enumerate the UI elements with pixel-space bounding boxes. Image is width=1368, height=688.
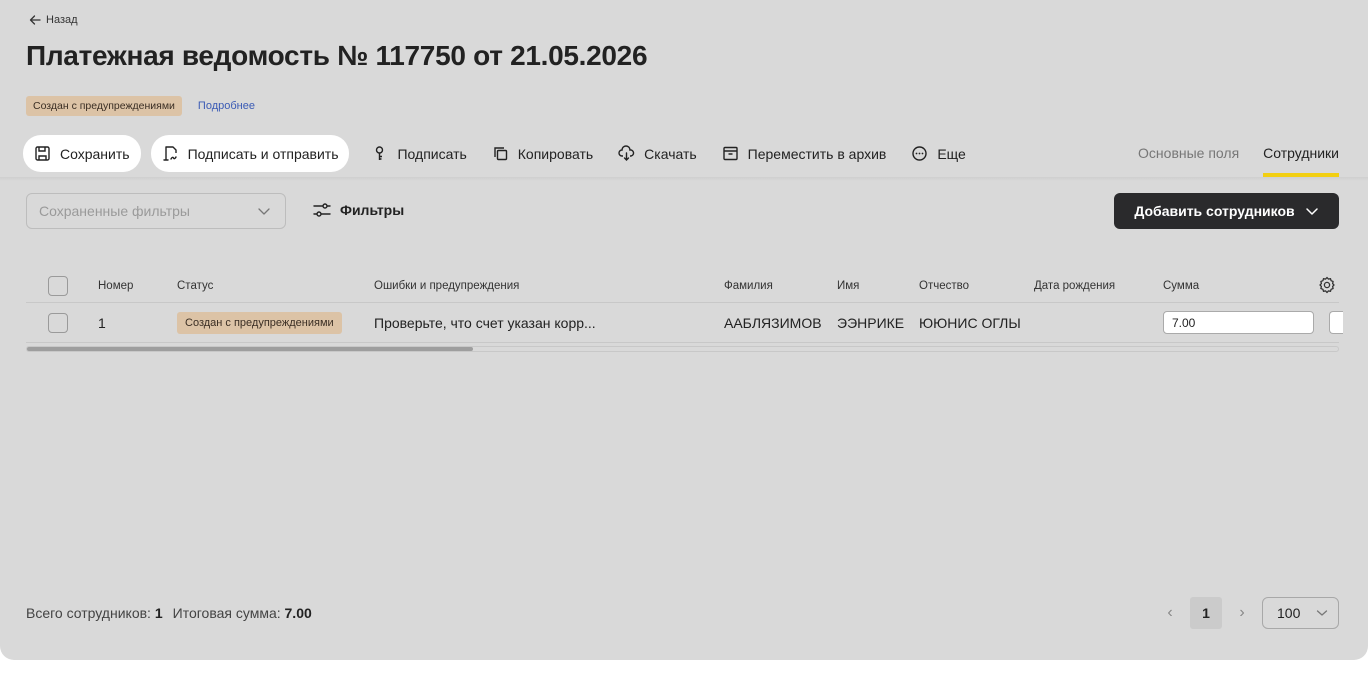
total-sum: Итоговая сумма: 7.00 (173, 605, 312, 621)
cell-patronymic: ЮЮНИС ОГЛЫ (919, 314, 1021, 331)
save-label: Сохранить (60, 145, 130, 162)
more-dots-icon (912, 146, 928, 161)
header-divider (0, 177, 1368, 181)
cloud-download-icon (618, 145, 635, 161)
table-header: Номер Статус Ошибки и предупреждения Фам… (26, 270, 1339, 303)
cell-next-column (1329, 303, 1343, 342)
cell-errors: Проверьте, что счет указан корр... (374, 314, 596, 331)
column-errors[interactable]: Ошибки и предупреждения (374, 270, 519, 302)
cell-first-name: ЭЭНРИКЕ (837, 314, 905, 331)
details-link[interactable]: Подробнее (198, 100, 255, 112)
horizontal-scrollbar[interactable] (26, 346, 1339, 352)
copy-button[interactable]: Копировать (480, 135, 606, 172)
more-label: Еще (937, 145, 966, 162)
toolbar: Сохранить Подписать и отправить Подписат… (23, 135, 979, 172)
column-patronymic[interactable]: Отчество (919, 270, 969, 302)
more-button[interactable]: Еще (899, 135, 979, 172)
sign-and-send-button[interactable]: Подписать и отправить (150, 135, 350, 172)
chevron-down-icon (1305, 208, 1318, 215)
sliders-icon (313, 203, 331, 217)
chevron-down-icon (1316, 610, 1328, 616)
total-employees: Всего сотрудников: 1 (26, 605, 163, 621)
cell-last-name: ААБЛЯЗИМОВ (724, 314, 822, 331)
page-number-current[interactable]: 1 (1190, 597, 1222, 629)
footer-summary: Всего сотрудников: 1 Итоговая сумма: 7.0… (26, 605, 312, 621)
sign-and-send-label: Подписать и отправить (187, 145, 339, 162)
save-button[interactable]: Сохранить (23, 135, 141, 172)
add-employees-label: Добавить сотрудников (1134, 203, 1295, 219)
arrow-left-icon (29, 15, 41, 25)
copy-label: Копировать (517, 145, 594, 162)
saved-filters-placeholder: Сохраненные фильтры (39, 203, 190, 219)
sign-button[interactable]: Подписать (359, 135, 479, 172)
column-birth-date[interactable]: Дата рождения (1034, 270, 1115, 302)
download-button[interactable]: Скачать (606, 135, 710, 172)
row-status-badge: Создан с предупреждениями (177, 311, 342, 334)
prev-page-icon[interactable]: ‹ (1160, 604, 1180, 622)
add-employees-button[interactable]: Добавить сотрудников (1114, 193, 1339, 229)
floppy-icon (35, 146, 50, 161)
archive-icon (722, 146, 738, 161)
document-sign-icon (162, 146, 177, 161)
tabs: Основные поля Сотрудники (1138, 135, 1339, 177)
select-all-checkbox-cell (48, 270, 68, 302)
column-sum[interactable]: Сумма (1163, 270, 1199, 302)
cell-status: Создан с предупреждениями (177, 303, 342, 342)
row-checkbox[interactable] (48, 312, 68, 333)
page-size-value: 100 (1277, 605, 1301, 621)
column-last-name[interactable]: Фамилия (724, 270, 773, 302)
column-status[interactable]: Статус (177, 270, 213, 302)
status-badge: Создан с предупреждениями (26, 96, 182, 116)
sum-input[interactable]: 7.00 (1163, 311, 1314, 334)
archive-label: Переместить в архив (747, 145, 887, 162)
back-label: Назад (46, 14, 78, 26)
status-row: Создан с предупреждениями Подробнее (26, 96, 255, 116)
filters-button[interactable]: Фильтры (313, 201, 404, 219)
next-page-icon[interactable]: › (1232, 604, 1252, 622)
cell-number: 1 (98, 314, 106, 331)
page-size-select[interactable]: 100 (1262, 597, 1339, 629)
tab-main-fields[interactable]: Основные поля (1138, 135, 1239, 177)
cell-sum: 7.00 (1163, 303, 1314, 342)
pagination: ‹ 1 › 100 (1160, 597, 1339, 629)
key-icon (376, 146, 384, 160)
next-column-input[interactable] (1329, 311, 1343, 334)
column-number[interactable]: Номер (98, 270, 133, 302)
page-title: Платежная ведомость № 117750 от 21.05.20… (26, 40, 648, 71)
scrollbar-thumb[interactable] (27, 347, 473, 351)
row-checkbox-cell (48, 303, 68, 342)
select-all-checkbox[interactable] (48, 276, 68, 296)
total-employees-label: Всего сотрудников: (26, 605, 151, 621)
total-sum-value: 7.00 (284, 605, 312, 621)
saved-filters-select[interactable]: Сохраненные фильтры (26, 193, 286, 229)
archive-button[interactable]: Переместить в архив (710, 135, 900, 172)
employees-table: Номер Статус Ошибки и предупреждения Фам… (26, 270, 1343, 343)
app-window: Назад Платежная ведомость № 117750 от 21… (0, 0, 1368, 660)
total-sum-label: Итоговая сумма: (172, 605, 281, 621)
chevron-down-icon (258, 208, 270, 215)
column-first-name[interactable]: Имя (837, 270, 859, 302)
table-row[interactable]: 1 Создан с предупреждениями Проверьте, ч… (26, 303, 1343, 343)
tab-employees[interactable]: Сотрудники (1263, 135, 1339, 177)
total-employees-value: 1 (154, 605, 163, 621)
download-label: Скачать (644, 145, 697, 162)
back-link[interactable]: Назад (28, 13, 78, 27)
sign-label: Подписать (397, 145, 467, 162)
copy-icon (494, 147, 507, 161)
gear-icon[interactable] (1318, 276, 1336, 294)
filters-label: Фильтры (340, 202, 405, 218)
